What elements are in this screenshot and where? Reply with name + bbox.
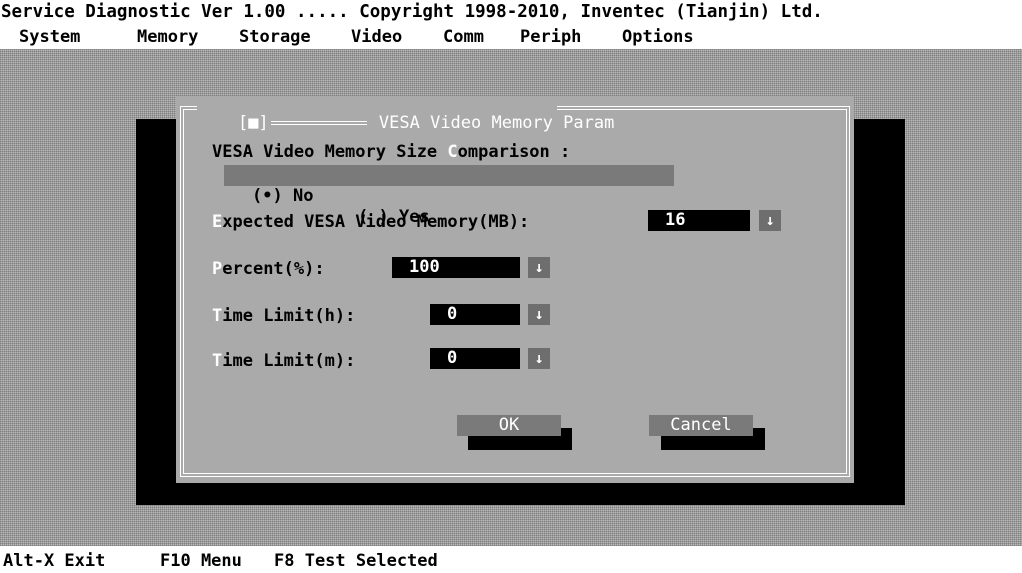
ok-button[interactable]: OK — [457, 415, 561, 436]
time-limit-m-label: Time Limit(m): — [212, 351, 356, 371]
percent-label: Percent(%): — [212, 259, 325, 279]
menu-item-storage[interactable]: Storage — [239, 29, 311, 46]
expected-memory-dropdown-icon[interactable]: ↓ — [759, 210, 781, 231]
menu-item-system[interactable]: System — [19, 29, 80, 46]
dialog-title-bar: [■] VESA Video Memory Param — [197, 98, 614, 132]
title-text: Service Diagnostic Ver 1.00 ..... Copyri… — [1, 2, 823, 22]
close-box-icon[interactable]: [■] — [238, 113, 269, 133]
dialog-shadow-bottom — [200, 483, 880, 505]
title-bar: Service Diagnostic Ver 1.00 ..... Copyri… — [0, 0, 1022, 27]
cancel-button[interactable]: Cancel — [649, 415, 753, 436]
time-limit-m-field[interactable]: 0 — [430, 348, 520, 369]
radio-no[interactable]: (•) No — [252, 186, 313, 207]
time-limit-h-field[interactable]: 0 — [430, 304, 520, 325]
expected-memory-field[interactable]: 16 — [648, 210, 750, 231]
size-comparison-label: VESA Video Memory Size Comparison : — [212, 142, 571, 162]
percent-field[interactable]: 100 — [392, 257, 520, 278]
time-limit-m-dropdown-icon[interactable]: ↓ — [528, 348, 550, 369]
menu-bar: System Memory Storage Video Comm Periph … — [0, 27, 1022, 49]
dialog-title: VESA Video Memory Param — [368, 113, 625, 133]
status-alt-x-exit[interactable]: Alt-X Exit — [3, 553, 105, 570]
expected-memory-label: Expected VESA Video Memory(MB): — [212, 212, 530, 232]
status-f8-test-selected[interactable]: F8 Test Selected — [274, 553, 438, 570]
status-f10-menu[interactable]: F10 Menu — [160, 553, 242, 570]
time-limit-h-label: Time Limit(h): — [212, 306, 356, 326]
menu-item-memory[interactable]: Memory — [137, 29, 198, 46]
vesa-memory-dialog: [■] VESA Video Memory Param VESA Video M… — [176, 96, 854, 483]
time-limit-h-dropdown-icon[interactable]: ↓ — [528, 304, 550, 325]
size-comparison-radio-group: (•) No ( ) Yes — [224, 165, 674, 227]
percent-dropdown-icon[interactable]: ↓ — [528, 257, 550, 278]
menu-item-comm[interactable]: Comm — [443, 29, 484, 46]
menu-item-periph[interactable]: Periph — [520, 29, 581, 46]
status-bar: Alt-X Exit F10 Menu F8 Test Selected — [0, 546, 1022, 573]
hotkey-letter: C — [447, 142, 458, 162]
menu-item-options[interactable]: Options — [622, 29, 694, 46]
menu-item-video[interactable]: Video — [351, 29, 402, 46]
